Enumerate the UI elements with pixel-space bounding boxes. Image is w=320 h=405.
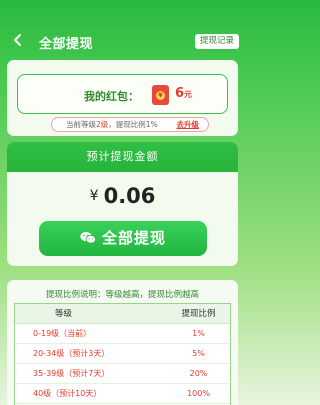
table-row: 40级（预计10天） 100%: [15, 384, 230, 404]
red-envelope-icon: ¥: [152, 85, 169, 105]
row-level: 40级（预计10天）: [33, 389, 102, 398]
row-level: 20-34级（预计3天）: [33, 349, 110, 358]
hongbao-amount: 6元: [175, 86, 192, 101]
column-header-level: 等级: [55, 309, 73, 319]
withdraw-record-button[interactable]: 提现记录: [194, 34, 239, 49]
hongbao-amount-unit: 元: [184, 90, 193, 99]
withdraw-card: 预计提现金额 ¥ 0.06 全部提现: [7, 142, 238, 266]
withdraw-amount-row: ¥ 0.06: [7, 184, 238, 208]
row-level: 35-39级（预计7天）: [33, 369, 110, 378]
level-info-pill: 当前等级2级，提现比例1% 去升级: [51, 117, 209, 132]
row-ratio: 5%: [192, 349, 205, 358]
table-row: 35-39级（预计7天） 20%: [15, 364, 230, 384]
hongbao-card: 我的红包： ¥ 6元 当前等级2级，提现比例1% 去升级: [7, 60, 238, 136]
top-bar: 全部提现 提现记录: [0, 0, 245, 60]
column-header-ratio: 提现比例: [181, 309, 216, 319]
table-header: 等级 提现比例: [15, 304, 230, 324]
hongbao-amount-value: 6: [175, 86, 185, 101]
ratio-explanation-title: 提现比例说明：等级越高，提现比例越高: [45, 290, 199, 300]
row-level: 0-19级（当前）: [33, 329, 92, 338]
ratio-card: 提现比例说明：等级越高，提现比例越高 等级 提现比例 0-19级（当前） 1% …: [7, 280, 238, 405]
ratio-text: ，提现比例1%: [108, 120, 158, 129]
wechat-icon: [80, 231, 96, 244]
current-level: 2级: [96, 120, 109, 129]
row-ratio: 100%: [187, 389, 210, 398]
withdraw-all-label: 全部提现: [101, 229, 166, 247]
withdraw-all-button[interactable]: 全部提现: [39, 221, 207, 256]
withdraw-amount: 0.06: [103, 184, 156, 208]
row-ratio: 20%: [189, 369, 208, 378]
hongbao-balance-box: 我的红包： ¥ 6元: [17, 74, 228, 114]
level-prefix: 当前等级: [66, 120, 96, 129]
upgrade-link[interactable]: 去升级: [177, 118, 200, 131]
table-row: 20-34级（预计3天） 5%: [15, 344, 230, 364]
table-row: 0-19级（当前） 1%: [15, 324, 230, 344]
ratio-table: 等级 提现比例 0-19级（当前） 1% 20-34级（预计3天） 5% 35-…: [14, 303, 231, 405]
currency-symbol: ¥: [89, 188, 99, 204]
hongbao-label: 我的红包：: [84, 90, 139, 103]
withdraw-heading: 预计提现金额: [7, 142, 238, 172]
page-title: 全部提现: [39, 37, 94, 52]
row-ratio: 1%: [192, 329, 205, 338]
back-arrow-icon[interactable]: [11, 33, 25, 47]
